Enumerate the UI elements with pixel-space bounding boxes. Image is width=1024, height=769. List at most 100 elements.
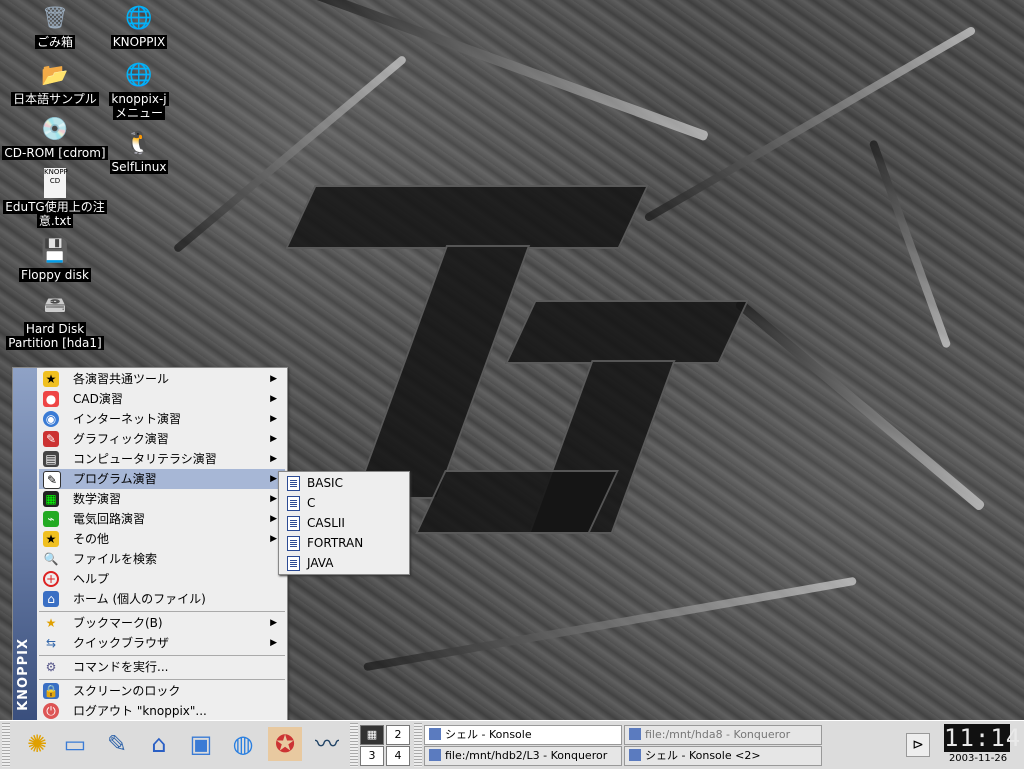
kmenu-icon[interactable]: ✺	[20, 727, 54, 761]
submenu-arrow-icon: ▶	[270, 454, 277, 464]
menu-item-home[interactable]: ⌂ ホーム (個人のファイル)	[39, 589, 285, 609]
submenu-arrow-icon: ▶	[270, 434, 277, 444]
menu-item-other[interactable]: ★ その他 ▶	[39, 529, 285, 549]
help-icon: +	[43, 571, 59, 587]
panel-handle[interactable]	[414, 723, 422, 767]
kde-app-icon[interactable]: ✪	[268, 727, 302, 761]
taskbar: ✺ ▭ ✎ ⌂ ▣ ◍ ✪ 〰 1▦ 2 3 4 シェル - Konsole f…	[0, 720, 1024, 769]
desktop-icon-knoppix-j-menu[interactable]: 🌐 knoppix-j メニュー	[84, 62, 194, 120]
harddisk-icon: 🖴	[43, 293, 67, 318]
cad-icon: ●	[43, 391, 59, 407]
document-icon	[287, 496, 300, 511]
menu-separator	[39, 611, 285, 612]
wallpaper-crack	[868, 139, 952, 349]
globe-doc-icon: 🌐	[125, 6, 153, 31]
menu-item-quick-browser[interactable]: ⇆ クイックブラウザ ▶	[39, 633, 285, 653]
menu-item-find-files[interactable]: 🔍 ファイルを検索	[39, 549, 285, 569]
system-tray-icon[interactable]: ⊳	[906, 733, 930, 757]
program-icon: ✎	[43, 471, 61, 489]
sidebar-brand-label: KNOPPIX	[16, 638, 31, 711]
wallpaper-crack	[643, 25, 977, 223]
home-icon[interactable]: ⌂	[142, 727, 176, 761]
submenu-arrow-icon: ▶	[270, 638, 277, 648]
submenu-item-basic[interactable]: BASIC	[281, 473, 407, 493]
document-icon	[287, 476, 300, 491]
star-folder-icon: ★	[43, 371, 59, 387]
desktop-icon-floppy[interactable]: 💾 Floppy disk	[0, 238, 110, 282]
desktop-icon-harddisk[interactable]: 🖴 Hard Disk Partition [hda1]	[0, 292, 110, 350]
desktop-icon[interactable]: ✎	[100, 727, 134, 761]
submenu-arrow-icon: ▶	[270, 534, 277, 544]
wallpaper-crack	[734, 298, 986, 512]
menu-item-computer-literacy[interactable]: ▤ コンピュータリテラシ演習 ▶	[39, 449, 285, 469]
pager-desktop-3[interactable]: 3	[360, 746, 384, 766]
document-icon	[287, 536, 300, 551]
task-konqueror-hdb2[interactable]: file:/mnt/hdb2/L3 - Konqueror	[424, 746, 622, 766]
submenu-arrow-icon: ▶	[270, 394, 277, 404]
cdrom-icon: 💿	[41, 117, 69, 142]
menu-item-common-tools[interactable]: ★ 各演習共通ツール ▶	[39, 369, 285, 389]
submenu-arrow-icon: ▶	[270, 514, 277, 524]
konqueror-icon	[629, 728, 641, 740]
menu-item-run-command[interactable]: ⚙ コマンドを実行...	[39, 657, 285, 677]
panel-handle[interactable]	[350, 723, 358, 767]
menu-item-internet[interactable]: ◉ インターネット演習 ▶	[39, 409, 285, 429]
konsole-icon	[429, 728, 441, 740]
task-konsole-1[interactable]: シェル - Konsole	[424, 725, 622, 745]
programming-submenu: BASIC C CASLII FORTRAN JAVA	[278, 471, 410, 575]
lock-icon: 🔒	[43, 683, 59, 699]
menu-separator	[39, 679, 285, 680]
konsole-icon	[629, 749, 641, 761]
submenu-item-c[interactable]: C	[281, 493, 407, 513]
clock-time: 11:14	[944, 724, 1022, 752]
task-konqueror-hda8[interactable]: file:/mnt/hda8 - Konqueror	[624, 725, 822, 745]
internet-icon: ◉	[43, 411, 59, 427]
pager-desktop-4[interactable]: 4	[386, 746, 410, 766]
konqueror-icon[interactable]: ◍	[226, 727, 260, 761]
home-icon: ⌂	[43, 591, 59, 607]
submenu-item-fortran[interactable]: FORTRAN	[281, 533, 407, 553]
other-icon: ★	[43, 531, 59, 547]
menu-item-math[interactable]: ▦ 数学演習 ▶	[39, 489, 285, 509]
menu-item-graphics[interactable]: ✎ グラフィック演習 ▶	[39, 429, 285, 449]
desktop-icon-edutg-notes[interactable]: KNOPP CD EduTG使用上の注 意.txt	[0, 168, 110, 228]
openoffice-icon[interactable]: 〰	[310, 727, 344, 761]
submenu-arrow-icon: ▶	[270, 374, 277, 384]
submenu-item-java[interactable]: JAVA	[281, 553, 407, 573]
floppy-icon: 💾	[41, 239, 69, 264]
menu-item-programming[interactable]: ✎ プログラム演習 ▶	[39, 469, 285, 489]
menu-item-logout[interactable]: ⏻ ログアウト "knoppix"...	[39, 701, 285, 721]
desktop-icon-knoppix[interactable]: 🌐 KNOPPIX	[84, 5, 194, 49]
konqueror-icon	[429, 749, 441, 761]
submenu-arrow-icon: ▶	[270, 494, 277, 504]
submenu-item-caslii[interactable]: CASLII	[281, 513, 407, 533]
start-menu: KNOPPIX ★ 各演習共通ツール ▶ ● CAD演習 ▶ ◉ インターネット…	[12, 367, 288, 722]
panel-handle[interactable]	[2, 723, 10, 767]
submenu-arrow-icon: ▶	[270, 414, 277, 424]
wallpaper-logo	[415, 470, 619, 534]
document-icon	[287, 556, 300, 571]
menu-separator	[39, 655, 285, 656]
pager-desktop-1[interactable]: 1▦	[360, 725, 384, 745]
bookmark-icon: ★	[45, 616, 57, 630]
pager-desktop-2[interactable]: 2	[386, 725, 410, 745]
menu-item-circuits[interactable]: ⌁ 電気回路演習 ▶	[39, 509, 285, 529]
start-menu-sidebar: KNOPPIX	[13, 368, 37, 721]
logout-icon: ⏻	[43, 703, 59, 719]
menu-item-cad[interactable]: ● CAD演習 ▶	[39, 389, 285, 409]
wallpaper-logo	[353, 245, 531, 499]
printer-icon: ▤	[43, 451, 59, 467]
wallpaper-logo	[505, 300, 749, 364]
menu-item-lock-screen[interactable]: 🔒 スクリーンのロック	[39, 681, 285, 701]
wallpaper-crack	[310, 0, 710, 142]
submenu-arrow-icon: ▶	[270, 618, 277, 628]
submenu-arrow-icon: ▶	[270, 474, 277, 484]
menu-item-help[interactable]: + ヘルプ	[39, 569, 285, 589]
window-list-icon[interactable]: ▭	[58, 727, 92, 761]
task-konsole-2[interactable]: シェル - Konsole <2>	[624, 746, 822, 766]
clock-date: 2003-11-26	[948, 753, 1008, 764]
folder-icon: 📂	[41, 63, 69, 88]
clock[interactable]: 11:14 2003-11-26	[942, 722, 1022, 766]
menu-item-bookmarks[interactable]: ★ ブックマーク(B) ▶	[39, 613, 285, 633]
kcontrol-icon[interactable]: ▣	[184, 727, 218, 761]
